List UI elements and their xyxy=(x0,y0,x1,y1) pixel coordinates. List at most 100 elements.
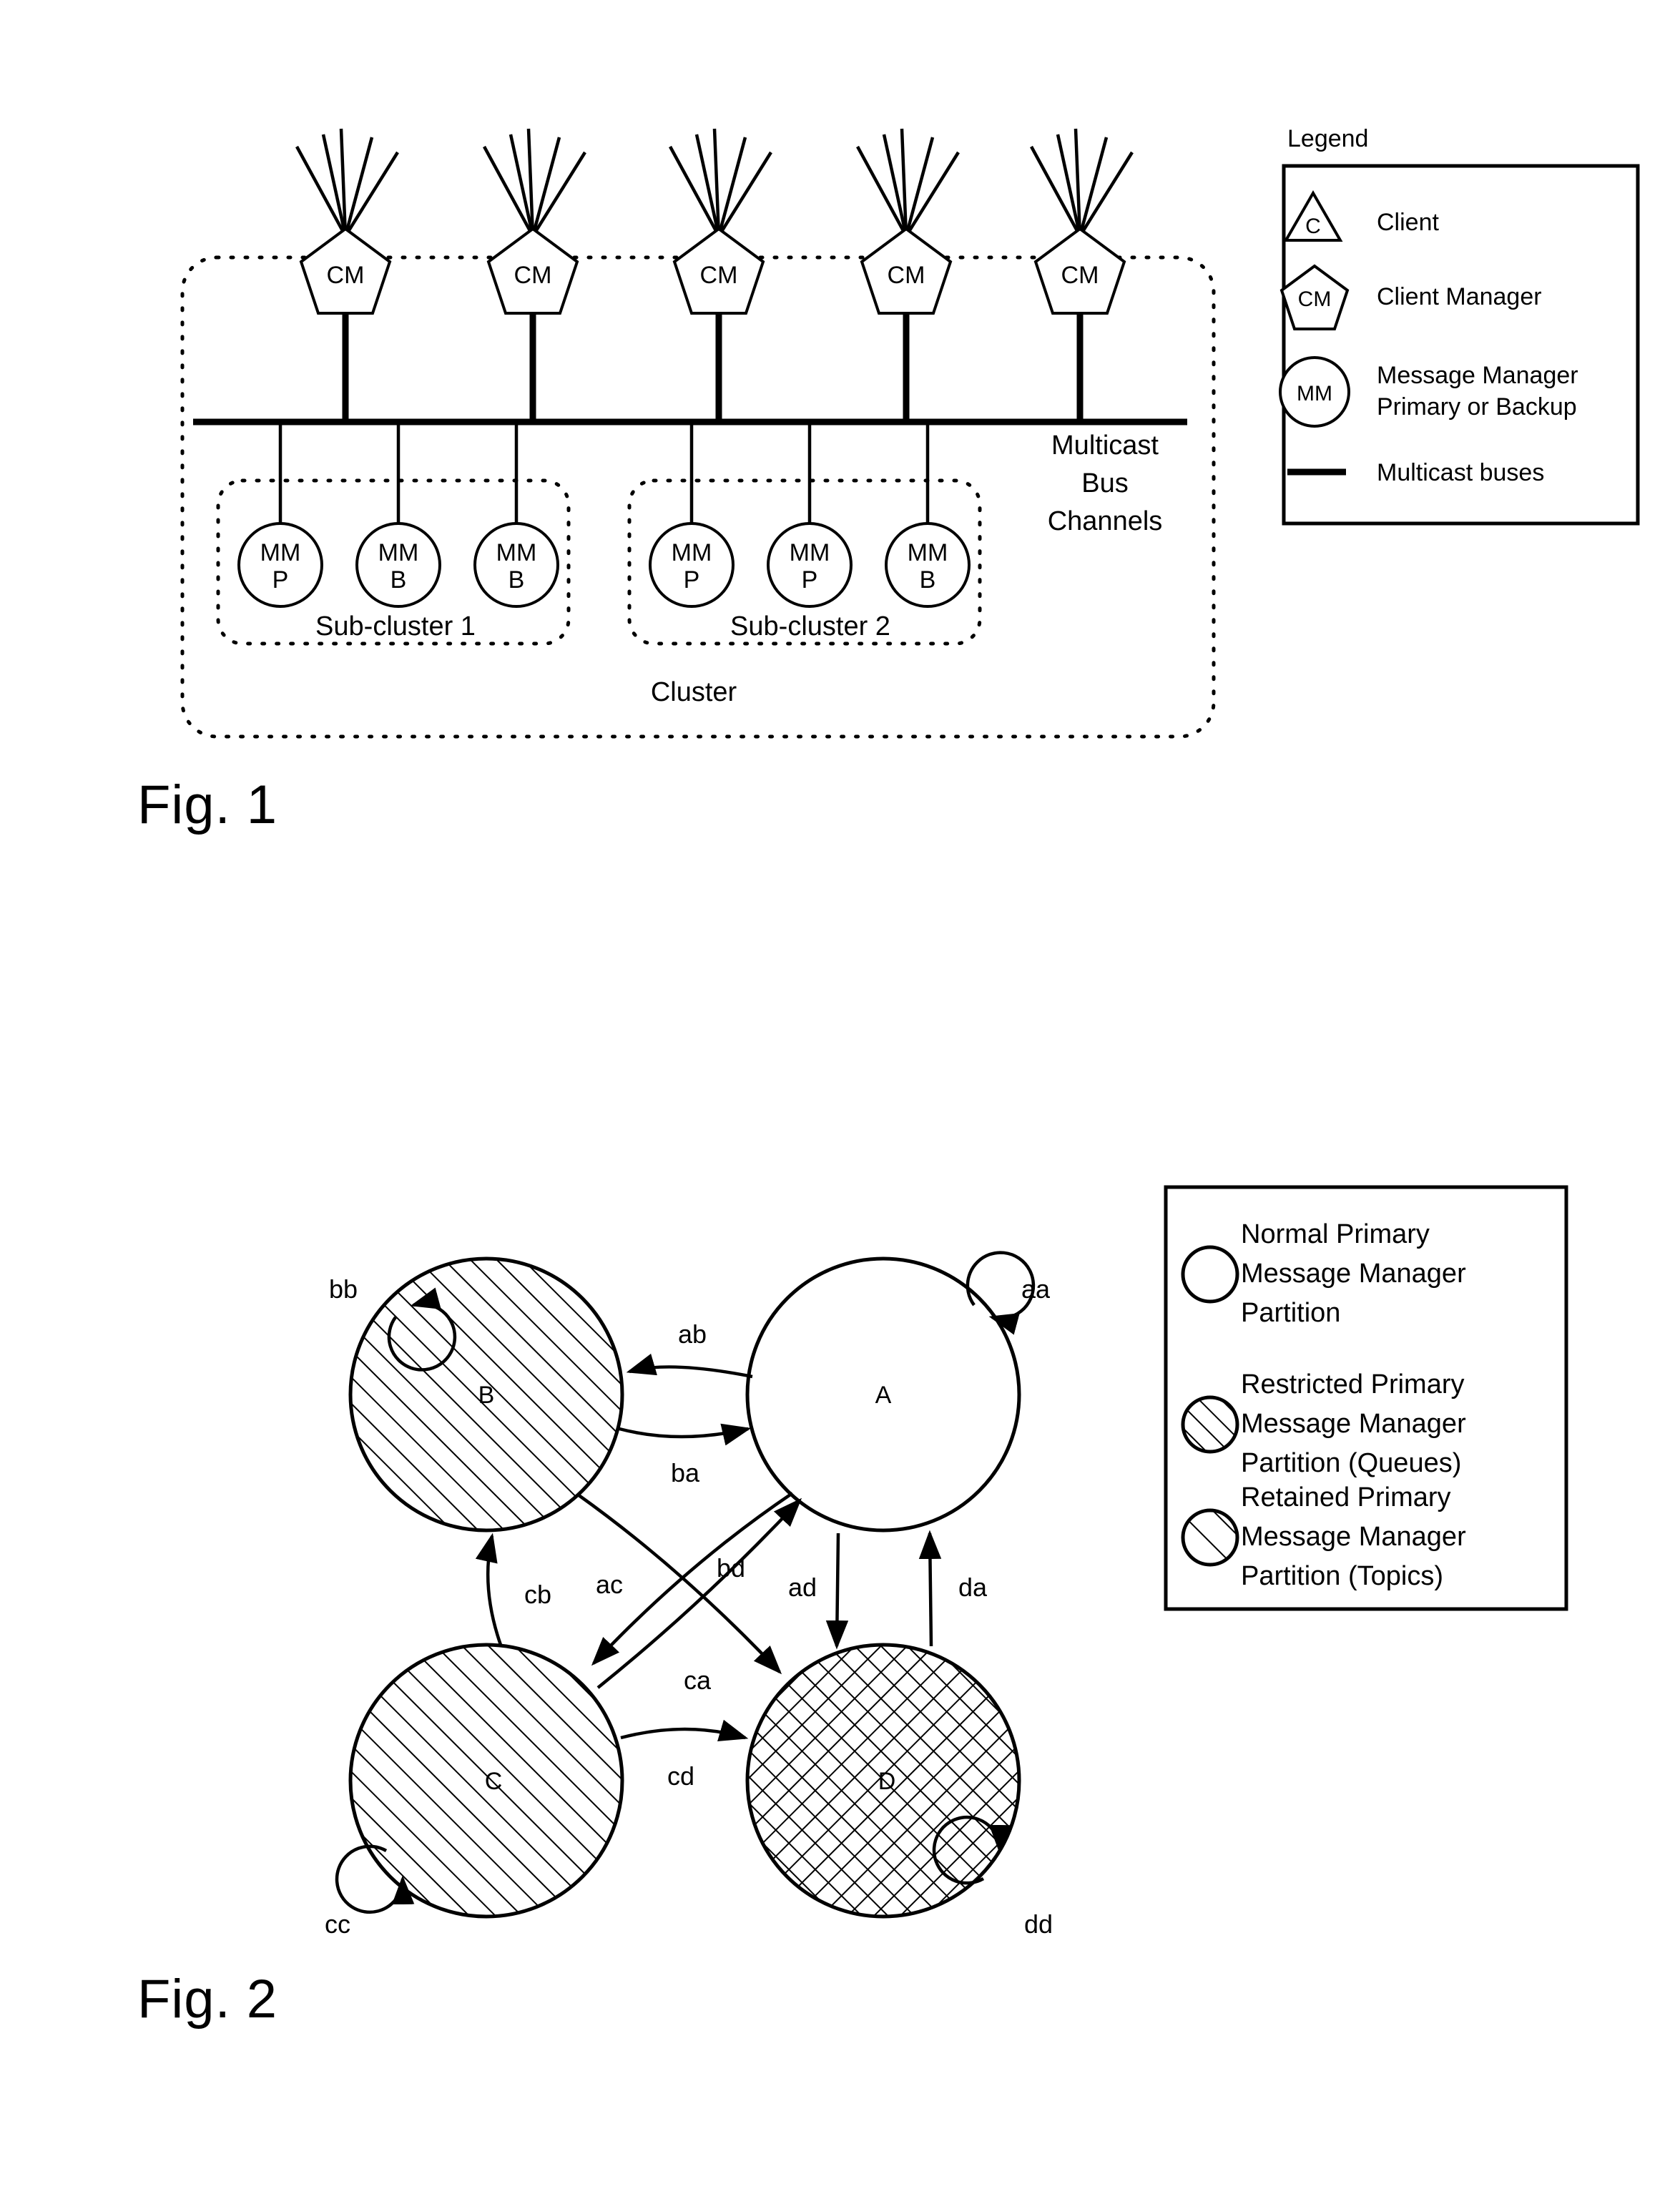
legend-text: Partition (Topics) xyxy=(1241,1561,1443,1591)
legend-text: Retained Primary xyxy=(1241,1482,1451,1512)
client-links xyxy=(483,128,586,237)
client-manager-group-1: CM xyxy=(295,128,399,422)
svg-text:Channels: Channels xyxy=(1048,506,1163,536)
normal-primary-circle-icon xyxy=(1181,1245,1239,1304)
legend-text: Client xyxy=(1377,209,1439,236)
node-A-label: A xyxy=(875,1382,892,1409)
node-B-label: B xyxy=(478,1382,495,1409)
sub-cluster-2-label: Sub-cluster 2 xyxy=(730,611,890,641)
legend-text: Normal Primary xyxy=(1241,1219,1430,1249)
mm-role-label: B xyxy=(390,566,407,594)
node-D-label: D xyxy=(878,1768,896,1795)
sub-cluster-1: MM P MM B MM B Sub-cluster 1 xyxy=(216,422,571,646)
cluster-label: Cluster xyxy=(651,677,737,707)
legend-entry-normal-primary: Normal Primary Message Manager Partition xyxy=(1181,1219,1466,1328)
figure-2-diagram: B A C D bb aa cc dd ab ba cb ac bd ca ad… xyxy=(325,1185,1568,1939)
legend-entry-restricted-primary: Restricted Primary Message Manager Parti… xyxy=(1181,1369,1466,1478)
self-loop-cc-label: cc xyxy=(325,1909,350,1939)
legend-text: Multicast buses xyxy=(1377,459,1544,486)
legend-entry-retained-primary: Retained Primary Message Manager Partiti… xyxy=(1181,1482,1466,1591)
legend-entry-multicast-buses: Multicast buses xyxy=(1287,459,1544,486)
client-manager-group-5: CM xyxy=(1030,128,1134,422)
figure-2-legend: Normal Primary Message Manager Partition… xyxy=(1164,1185,1568,1611)
transition-ac: ac xyxy=(591,1492,794,1666)
restricted-primary-circle-icon xyxy=(1181,1395,1239,1454)
client-manager-label: CM xyxy=(700,262,738,289)
node-C-label: C xyxy=(485,1768,503,1795)
legend-text: Partition xyxy=(1241,1298,1340,1328)
legend-text: Client Manager xyxy=(1377,283,1542,310)
state-node-C: C xyxy=(348,1643,624,1919)
client-manager-group-3: CM xyxy=(669,128,772,422)
legend-text: Message Manager xyxy=(1377,362,1578,389)
legend-text: Restricted Primary xyxy=(1241,1369,1465,1400)
transition-cd: cd xyxy=(620,1719,749,1791)
client-manager-label: CM xyxy=(888,262,925,289)
transition-ad-label: ad xyxy=(788,1573,817,1602)
mm-role-label: B xyxy=(920,566,936,594)
transition-ac-label: ac xyxy=(596,1570,623,1599)
message-manager-node: MM B xyxy=(885,522,971,608)
legend-entry-client: C Client xyxy=(1283,190,1439,242)
legend-text: Partition (Queues) xyxy=(1241,1448,1461,1478)
mm-role-label: P xyxy=(272,566,289,594)
legend-text: Message Manager xyxy=(1241,1259,1466,1289)
message-manager-node: MM B xyxy=(473,522,559,608)
figure-1-diagram: CM CM CM CM CM MM P MM B MM B Sub-cluste… xyxy=(180,125,1640,739)
client-links xyxy=(669,128,772,237)
svg-text:Bus: Bus xyxy=(1081,468,1128,498)
client-manager-label: CM xyxy=(1061,262,1099,289)
legend-text: Message Manager xyxy=(1241,1522,1466,1552)
figure-1-caption: Fig. 1 xyxy=(137,774,278,835)
svg-text:Multicast: Multicast xyxy=(1051,431,1159,461)
transition-cb-label: cb xyxy=(524,1580,551,1609)
client-links xyxy=(856,128,960,237)
mm-role-label: B xyxy=(509,566,525,594)
transition-ad: ad xyxy=(788,1533,849,1650)
client-links xyxy=(1030,128,1134,237)
legend-entry-message-manager: MM Message Manager Primary or Backup xyxy=(1279,356,1578,428)
legend-title: Legend xyxy=(1287,125,1368,152)
transition-ad-arrow xyxy=(825,1533,849,1650)
transition-ac-arrow xyxy=(591,1492,794,1666)
mm-top-label: MM xyxy=(790,539,830,566)
mm-top-label: MM xyxy=(672,539,712,566)
transition-da-arrow xyxy=(918,1530,942,1647)
mm-top-label: MM xyxy=(496,539,537,566)
sub-cluster-1-label: Sub-cluster 1 xyxy=(315,611,476,641)
mm-icon-label: MM xyxy=(1297,382,1332,405)
client-icon-label: C xyxy=(1305,215,1321,238)
legend-text: Message Manager xyxy=(1241,1409,1466,1439)
multicast-bus-channels-label: Multicast Bus Channels xyxy=(1048,431,1163,536)
figure-1-legend: Legend C Client CM Client Manager MM Mes… xyxy=(1279,125,1640,526)
mm-top-label: MM xyxy=(260,539,301,566)
transition-ca-label: ca xyxy=(684,1666,712,1695)
transition-ba-arrow xyxy=(619,1423,752,1446)
transition-cd-arrow xyxy=(620,1719,749,1742)
cluster-boundary xyxy=(180,255,1216,739)
transition-ba: ba xyxy=(619,1423,752,1487)
transition-ab-arrow xyxy=(626,1353,753,1379)
mm-top-label: MM xyxy=(378,539,419,566)
transition-da-label: da xyxy=(958,1573,988,1602)
figure-2-caption: Fig. 2 xyxy=(137,1969,278,2030)
message-manager-node: MM B xyxy=(355,522,441,608)
self-loop-bb-label: bb xyxy=(329,1274,358,1304)
transition-ab: ab xyxy=(626,1319,753,1379)
mm-role-label: P xyxy=(802,566,818,594)
message-manager-node: MM P xyxy=(237,522,323,608)
state-node-B: B xyxy=(348,1256,624,1533)
message-manager-node: MM P xyxy=(649,522,735,608)
transition-cd-label: cd xyxy=(667,1761,694,1791)
transition-ab-label: ab xyxy=(678,1319,707,1349)
state-node-A: A xyxy=(745,1256,1021,1533)
client-manager-group-2: CM xyxy=(483,128,586,422)
client-manager-label: CM xyxy=(514,262,552,289)
state-node-D: D xyxy=(745,1643,1021,1919)
retained-primary-circle-icon xyxy=(1181,1508,1239,1567)
legend-entry-client-manager: CM Client Manager xyxy=(1279,264,1542,330)
sub-cluster-2: MM P MM P MM B Sub-cluster 2 xyxy=(627,422,982,646)
patent-drawing-page: CM CM CM CM CM MM P MM B MM B Sub-cluste… xyxy=(0,0,1680,2189)
client-links xyxy=(295,128,399,237)
self-loop-dd-label: dd xyxy=(1024,1909,1053,1939)
